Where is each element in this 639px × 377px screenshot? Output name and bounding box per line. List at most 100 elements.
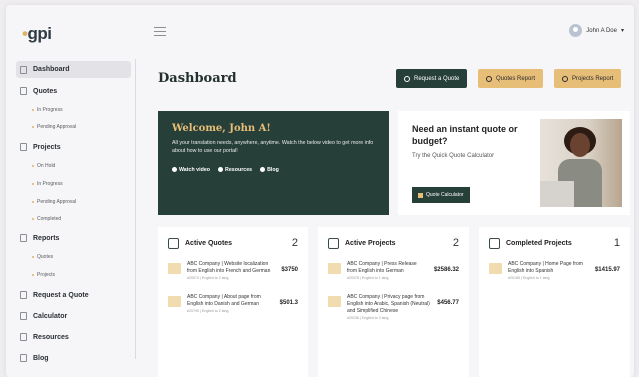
sidebar-subitem-projects-pending[interactable]: Pending Approval: [32, 199, 76, 205]
sidebar-item-request-quote[interactable]: Request a Quote: [20, 291, 89, 299]
card-count: 1: [613, 237, 620, 249]
welcome-heading: Welcome, John A!: [172, 123, 271, 134]
list-item[interactable]: ABC Company | Privacy page from English …: [328, 294, 459, 322]
completed-projects-card[interactable]: Completed Projects 1 ABC Company | Home P…: [479, 227, 630, 377]
sidebar-subitem-reports-projects[interactable]: Projects: [32, 272, 55, 278]
app-window: •gpi John A Doe ▾ Dashboard Quotes In Pr…: [6, 5, 634, 377]
item-description: ABC Company | Privacy page from English …: [347, 294, 430, 314]
link-label: Watch video: [179, 167, 211, 173]
sidebar-item-calculator[interactable]: Calculator: [20, 312, 67, 320]
quote-calculator-button[interactable]: Quote Calculator: [412, 187, 470, 203]
link-label: Blog: [267, 167, 279, 173]
logo-text: gpi: [27, 24, 52, 43]
link-label: Resources: [225, 167, 253, 173]
sidebar-subitem-quotes-pending[interactable]: Pending Approval: [32, 124, 76, 130]
sidebar-item-label: Dashboard: [33, 66, 70, 73]
sidebar-item-blog[interactable]: Blog: [20, 354, 49, 362]
item-amount: $456.77: [437, 300, 459, 306]
menu-icon[interactable]: [154, 27, 166, 36]
book-icon: [20, 333, 27, 341]
welcome-card: Welcome, John A! All your translation ne…: [158, 111, 389, 215]
quote-calculator-card: Need an instant quote or budget? Try the…: [398, 111, 630, 215]
blog-icon: [260, 167, 266, 172]
quotes-icon: [168, 237, 179, 249]
top-bar: •gpi John A Doe ▾: [6, 5, 634, 59]
sidebar-item-label: Blog: [33, 354, 49, 362]
sidebar-item-label: Quotes: [33, 87, 58, 95]
photo-laptop: [540, 181, 574, 207]
button-label: Quote Calculator: [426, 192, 464, 198]
projects-report-button[interactable]: Projects Report: [554, 69, 622, 88]
watch-video-link[interactable]: Watch video: [172, 167, 210, 173]
button-label: Request a Quote: [414, 75, 460, 82]
sidebar-divider: [135, 59, 136, 359]
sidebar-subitem-label: In Progress: [37, 181, 63, 187]
active-quotes-card[interactable]: Active Quotes 2 ABC Company | Website loc…: [158, 227, 308, 377]
plus-icon: [404, 75, 410, 82]
projects-icon: [328, 237, 339, 249]
sidebar-subitem-label: Projects: [37, 272, 56, 278]
bullet-icon: [32, 256, 34, 258]
item-meta: #20185 | English to 1 lang: [508, 276, 550, 280]
sidebar-item-resources[interactable]: Resources: [20, 333, 69, 341]
sidebar-item-label: Request a Quote: [33, 291, 89, 299]
list-item[interactable]: ABC Company | Home Page from English int…: [489, 261, 620, 282]
button-label: Quotes Report: [496, 75, 536, 82]
chevron-down-icon: ▾: [620, 28, 624, 34]
list-item[interactable]: ABC Company | Press Release from English…: [328, 261, 459, 282]
resources-link[interactable]: Resources: [218, 167, 252, 173]
card-count: 2: [452, 237, 459, 249]
quote-calculator-heading: Need an instant quote or budget?: [412, 124, 518, 146]
item-meta: #20074 | English to 2 lang: [187, 276, 229, 280]
bullet-icon: [32, 218, 34, 220]
chart-icon: [20, 234, 27, 242]
blog-icon: [20, 354, 27, 362]
sidebar-item-label: Reports: [33, 234, 60, 242]
bullet-icon: [32, 109, 34, 111]
sidebar-subitem-projects-in-progress[interactable]: In Progress: [32, 181, 63, 187]
item-meta: #20478 | English to 1 lang: [347, 276, 389, 280]
button-label: Projects Report: [572, 75, 614, 82]
bullet-icon: [32, 201, 34, 203]
folder-icon: [168, 296, 181, 307]
sidebar-subitem-on-hold[interactable]: On Hold: [32, 163, 55, 169]
calculator-icon: [20, 312, 27, 320]
play-icon: [172, 167, 177, 172]
sidebar-item-projects[interactable]: Projects: [20, 143, 61, 151]
quotes-report-button[interactable]: Quotes Report: [478, 69, 544, 88]
logo[interactable]: •gpi: [22, 24, 52, 44]
sidebar-subitem-quotes-in-progress[interactable]: In Progress: [32, 107, 63, 113]
list-item[interactable]: ABC Company | Website localization from …: [168, 261, 298, 282]
sidebar-item-quotes[interactable]: Quotes: [20, 87, 57, 95]
active-projects-card[interactable]: Active Projects 2 ABC Company | Press Rel…: [318, 227, 469, 377]
dashboard-icon: [20, 65, 27, 74]
report-icon: [562, 75, 568, 82]
sidebar-subitem-completed[interactable]: Completed: [32, 216, 61, 222]
card-count: 2: [291, 237, 298, 249]
sidebar-subitem-label: Completed: [37, 216, 62, 222]
item-text: ABC Company | Press Release from English…: [347, 261, 428, 282]
resources-icon: [218, 167, 224, 172]
list-item[interactable]: ABC Company | About page from English in…: [168, 294, 298, 315]
request-quote-button[interactable]: Request a Quote: [396, 69, 468, 88]
folder-icon: [489, 263, 502, 274]
sidebar-item-reports[interactable]: Reports: [20, 234, 59, 242]
sidebar-item-label: Resources: [33, 333, 69, 341]
bullet-icon: [32, 274, 34, 276]
user-menu[interactable]: John A Doe ▾: [569, 24, 624, 37]
welcome-links: Watch video Resources Blog: [172, 167, 375, 173]
completed-icon: [489, 237, 500, 249]
welcome-text: All your translation needs, anywhere, an…: [172, 140, 374, 154]
folder-icon: [20, 143, 27, 151]
sidebar-item-dashboard[interactable]: Dashboard: [16, 61, 131, 78]
card-header: Active Quotes 2: [168, 237, 298, 249]
sidebar-subitem-reports-quotes[interactable]: Quotes: [32, 254, 53, 260]
item-meta: #20795 | English to 2 lang: [187, 309, 229, 313]
card-title: Active Quotes: [185, 239, 233, 247]
calculator-icon: [418, 192, 423, 198]
blog-link[interactable]: Blog: [260, 167, 279, 173]
sidebar-subitem-label: Quotes: [37, 254, 54, 260]
photo-head: [570, 133, 590, 157]
user-name: John A Doe: [586, 27, 617, 34]
woman-laptop-photo: [540, 119, 622, 207]
